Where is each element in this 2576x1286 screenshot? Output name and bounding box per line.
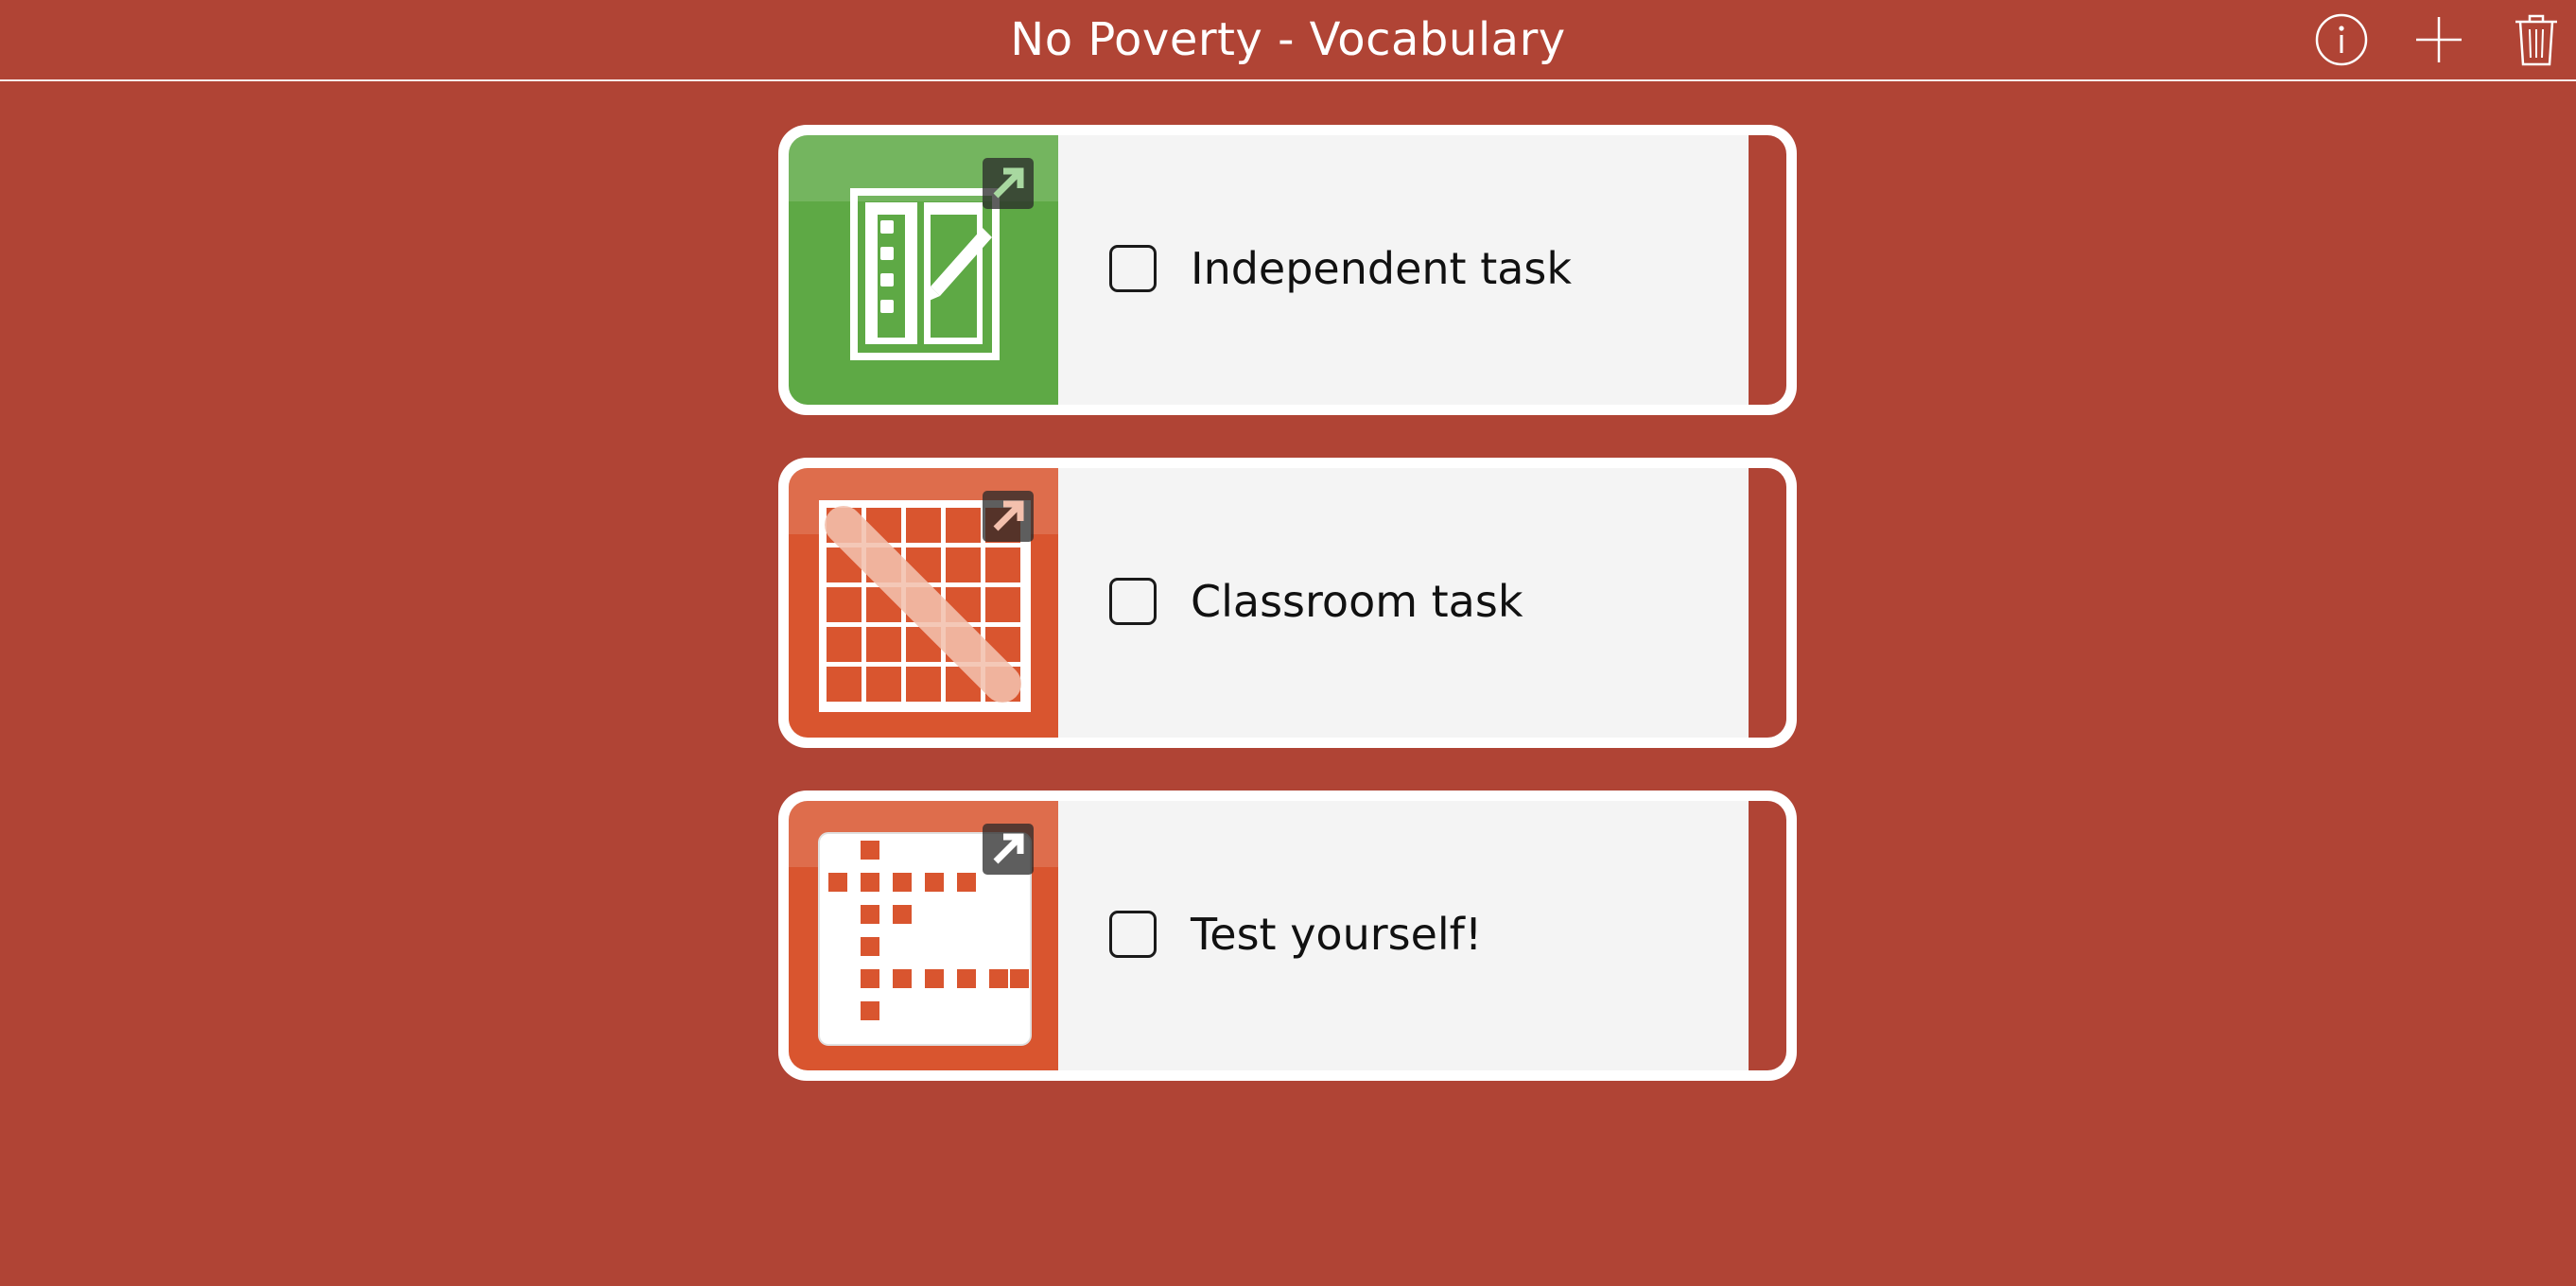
task-thumbnail[interactable] <box>789 801 1058 1070</box>
task-label: Independent task <box>1191 243 1573 294</box>
info-button[interactable] <box>2311 9 2372 70</box>
task-label: Test yourself! <box>1191 909 1483 960</box>
task-checkbox[interactable] <box>1109 245 1157 292</box>
card-edge-strip <box>1749 801 1786 1070</box>
task-label: Classroom task <box>1191 576 1523 627</box>
task-card-classroom[interactable]: Classroom task <box>778 458 1797 748</box>
plus-icon <box>2416 17 2462 62</box>
open-external-icon <box>983 824 1034 875</box>
task-card-test[interactable]: Test yourself! <box>778 791 1797 1081</box>
task-card-independent[interactable]: Independent task <box>778 125 1797 415</box>
delete-button[interactable] <box>2506 9 2567 70</box>
add-button[interactable] <box>2409 9 2469 70</box>
trash-icon <box>2515 14 2557 66</box>
task-thumbnail[interactable] <box>789 135 1058 405</box>
task-checkbox[interactable] <box>1109 578 1157 625</box>
task-checkbox[interactable] <box>1109 911 1157 958</box>
info-icon <box>2315 13 2368 66</box>
task-thumbnail[interactable] <box>789 468 1058 738</box>
open-external-icon <box>983 158 1034 209</box>
card-edge-strip <box>1749 135 1786 405</box>
open-external-icon <box>983 491 1034 542</box>
page-title: No Poverty - Vocabulary <box>1010 13 1566 66</box>
top-bar: No Poverty - Vocabulary <box>0 0 2576 81</box>
card-edge-strip <box>1749 468 1786 738</box>
